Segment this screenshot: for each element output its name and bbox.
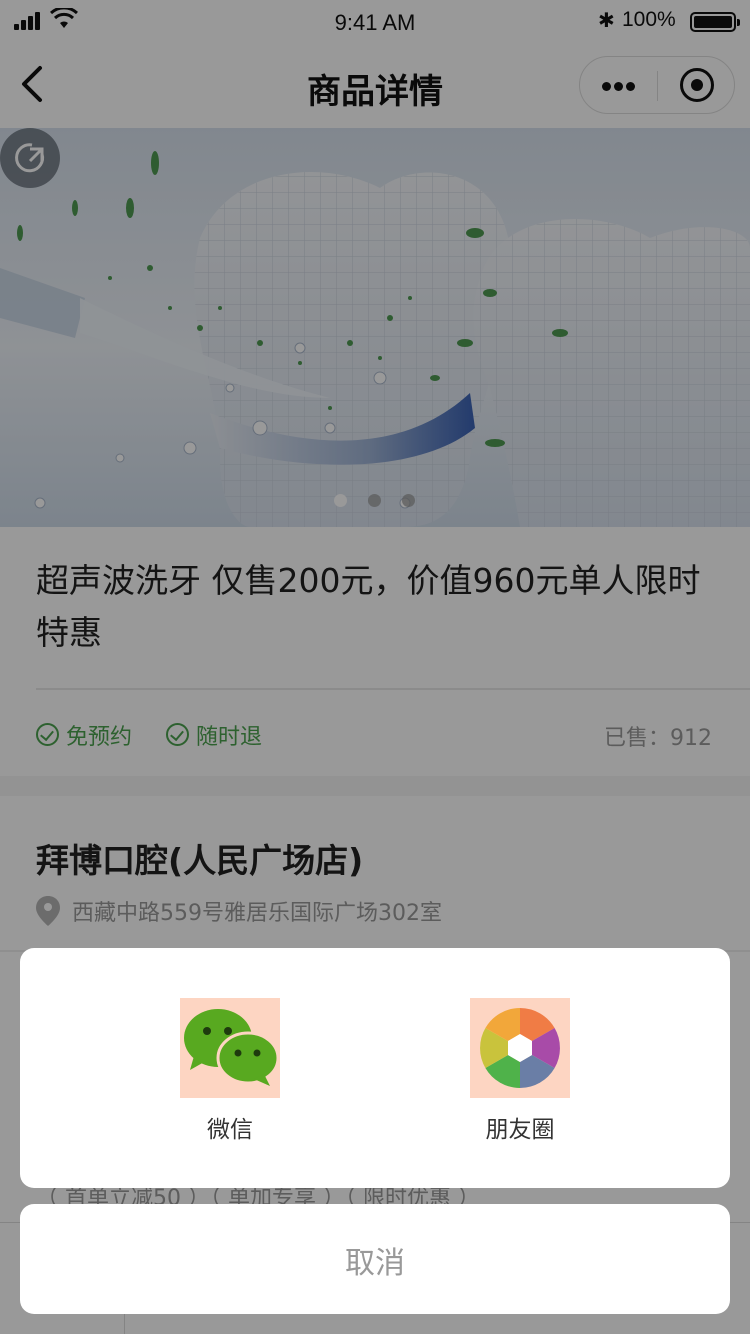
wechat-icon bbox=[180, 998, 280, 1098]
cancel-label: 取消 bbox=[345, 1246, 405, 1281]
share-sheet: 微信 朋友圈 bbox=[20, 948, 730, 1188]
moments-icon bbox=[470, 998, 570, 1098]
cancel-button[interactable]: 取消 bbox=[20, 1204, 730, 1314]
share-wechat-button[interactable]: 微信 bbox=[180, 998, 280, 1143]
share-moments-label: 朋友圈 bbox=[485, 1117, 555, 1143]
share-wechat-label: 微信 bbox=[207, 1117, 253, 1143]
product-detail-page: 9:41 AM ✱ 100% 商品详情 超声波洗牙 仅售200元，价值960元单… bbox=[0, 0, 750, 1334]
share-moments-button[interactable]: 朋友圈 bbox=[470, 998, 570, 1143]
